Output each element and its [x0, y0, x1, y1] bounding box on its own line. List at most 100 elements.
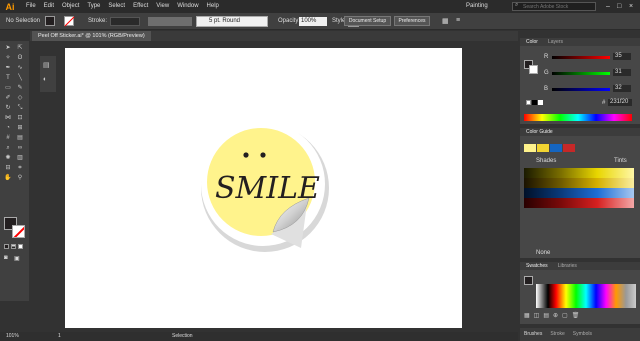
- gradient-tool-icon[interactable]: ▤: [16, 134, 24, 142]
- document-setup-button[interactable]: Document Setup: [344, 16, 391, 26]
- status-bar: 101% 1 Selection: [0, 332, 518, 341]
- tab-swatches[interactable]: Swatches: [526, 262, 548, 270]
- g-label: G: [544, 70, 549, 76]
- zoom-tool-icon[interactable]: ⚲: [16, 174, 24, 182]
- b-value[interactable]: 32: [613, 85, 631, 92]
- swatch-grid[interactable]: [536, 284, 636, 308]
- paintbrush-tool-icon[interactable]: ✎: [16, 84, 24, 92]
- align-icon[interactable]: ≡: [456, 17, 460, 24]
- swatch-fill-box[interactable]: [524, 276, 533, 285]
- b-slider[interactable]: [552, 88, 610, 91]
- blend-tool-icon[interactable]: ∞: [16, 144, 24, 152]
- stroke-color-box[interactable]: [12, 225, 25, 238]
- stroke-swatch[interactable]: [64, 16, 75, 27]
- tab-brushes[interactable]: Brushes: [524, 328, 542, 341]
- tints-label: Tints: [614, 158, 627, 164]
- none-mode-icon[interactable]: [18, 244, 23, 249]
- g-value[interactable]: 31: [613, 69, 631, 76]
- eraser-tool-icon[interactable]: ◇: [16, 94, 24, 102]
- mesh-tool-icon[interactable]: #: [4, 134, 12, 142]
- color-stroke-box[interactable]: [529, 65, 538, 74]
- hex-value[interactable]: 231f20: [608, 99, 632, 106]
- menu-help[interactable]: Help: [207, 0, 219, 13]
- shape-builder-tool-icon[interactable]: ◔: [4, 124, 12, 132]
- stroke-weight-field[interactable]: [110, 17, 140, 26]
- stroke-label: Stroke:: [88, 18, 108, 24]
- right-eye: [260, 152, 266, 158]
- color-spectrum[interactable]: [524, 114, 632, 121]
- color-mode-icon[interactable]: [4, 244, 9, 249]
- eyedropper-tool-icon[interactable]: ⌕: [4, 144, 12, 152]
- gradient-mode-icon[interactable]: [11, 244, 16, 249]
- opacity-field[interactable]: 100%: [299, 17, 327, 26]
- menu-effect[interactable]: Effect: [133, 0, 148, 13]
- swatch-actions[interactable]: ▦◫▤⊕▢🗑: [524, 312, 583, 319]
- menu-file[interactable]: File: [26, 0, 36, 13]
- r-slider[interactable]: [552, 56, 610, 59]
- maximize-icon[interactable]: □: [617, 0, 621, 13]
- zoom-level[interactable]: 101%: [6, 332, 19, 341]
- magic-wand-tool-icon[interactable]: ✧: [4, 54, 12, 62]
- menu-object[interactable]: Object: [62, 0, 79, 13]
- menu-view[interactable]: View: [156, 0, 169, 13]
- white-color-icon[interactable]: [538, 100, 543, 105]
- color-panel: Color Layers R 35 G 31 B 32 # 231f20: [520, 38, 640, 124]
- harmony-swatches[interactable]: [524, 144, 575, 152]
- line-tool-icon[interactable]: ╲: [16, 74, 24, 82]
- hex-symbol: #: [602, 100, 606, 106]
- menu-select[interactable]: Select: [108, 0, 125, 13]
- close-icon[interactable]: ×: [629, 0, 633, 13]
- none-color-icon[interactable]: [526, 100, 531, 105]
- shades-grid[interactable]: [524, 168, 634, 208]
- menu-window[interactable]: Window: [177, 0, 198, 13]
- rectangle-tool-icon[interactable]: ▭: [4, 84, 12, 92]
- page-number[interactable]: 1: [58, 332, 61, 341]
- control-bar: No Selection Stroke: 5 pt. Round Opacity…: [0, 13, 640, 30]
- document-tab[interactable]: Peel Off Sticker.ai* @ 101% (RGB/Preview…: [32, 31, 151, 41]
- selection-tool-icon[interactable]: ➤: [4, 44, 12, 52]
- rotate-tool-icon[interactable]: ↻: [4, 104, 12, 112]
- type-tool-icon[interactable]: T: [4, 74, 12, 82]
- artboard-tool-icon[interactable]: ⊟: [4, 164, 12, 172]
- app-logo: Ai: [5, 1, 15, 12]
- draw-mode-icon[interactable]: ◙: [4, 255, 8, 261]
- layers-panel-icon[interactable]: ▤: [40, 56, 56, 74]
- width-tool-icon[interactable]: ⋈: [4, 114, 12, 122]
- scale-tool-icon[interactable]: ⤡: [16, 104, 24, 112]
- brush-definition-dropdown[interactable]: 5 pt. Round: [196, 16, 268, 27]
- preferences-button[interactable]: Preferences: [394, 16, 430, 26]
- appearance-panel-icon[interactable]: ◐: [40, 74, 56, 85]
- hand-tool-icon[interactable]: ✋: [4, 174, 12, 182]
- g-slider[interactable]: [552, 72, 610, 75]
- stock-search-input[interactable]: [512, 2, 596, 11]
- r-label: R: [544, 54, 549, 60]
- fill-swatch[interactable]: [45, 16, 55, 26]
- free-transform-tool-icon[interactable]: ⊡: [16, 114, 24, 122]
- workspace-switcher[interactable]: Painting: [466, 0, 488, 13]
- screen-mode-icon[interactable]: ▣: [14, 255, 20, 262]
- r-value[interactable]: 35: [613, 53, 631, 60]
- variable-width-profile[interactable]: [148, 17, 192, 26]
- shaper-tool-icon[interactable]: ✐: [4, 94, 12, 102]
- symbol-sprayer-tool-icon[interactable]: ✺: [4, 154, 12, 162]
- black-color-icon[interactable]: [532, 100, 537, 105]
- color-guide-title: Color Guide: [520, 128, 640, 136]
- slice-tool-icon[interactable]: ⌗: [16, 164, 24, 172]
- menu-type[interactable]: Type: [87, 0, 100, 13]
- direct-selection-tool-icon[interactable]: ⇱: [16, 44, 24, 52]
- menu-edit[interactable]: Edit: [44, 0, 54, 13]
- arrange-icon[interactable]: ▦: [442, 17, 449, 25]
- tab-layers[interactable]: Layers: [548, 38, 563, 46]
- minimize-icon[interactable]: –: [606, 0, 610, 13]
- perspective-grid-tool-icon[interactable]: ⊞: [16, 124, 24, 132]
- pen-tool-icon[interactable]: ✒: [4, 64, 12, 72]
- lasso-tool-icon[interactable]: ʘ: [16, 54, 24, 62]
- graph-tool-icon[interactable]: ▥: [16, 154, 24, 162]
- bottom-panel-tabs: Brushes Stroke Symbols: [520, 328, 640, 341]
- artboard[interactable]: SMILE: [65, 48, 462, 328]
- tab-stroke[interactable]: Stroke: [550, 328, 564, 341]
- curvature-tool-icon[interactable]: ∿: [16, 64, 24, 72]
- tab-color[interactable]: Color: [526, 38, 538, 46]
- tab-symbols[interactable]: Symbols: [573, 328, 592, 341]
- tab-libraries[interactable]: Libraries: [558, 262, 577, 270]
